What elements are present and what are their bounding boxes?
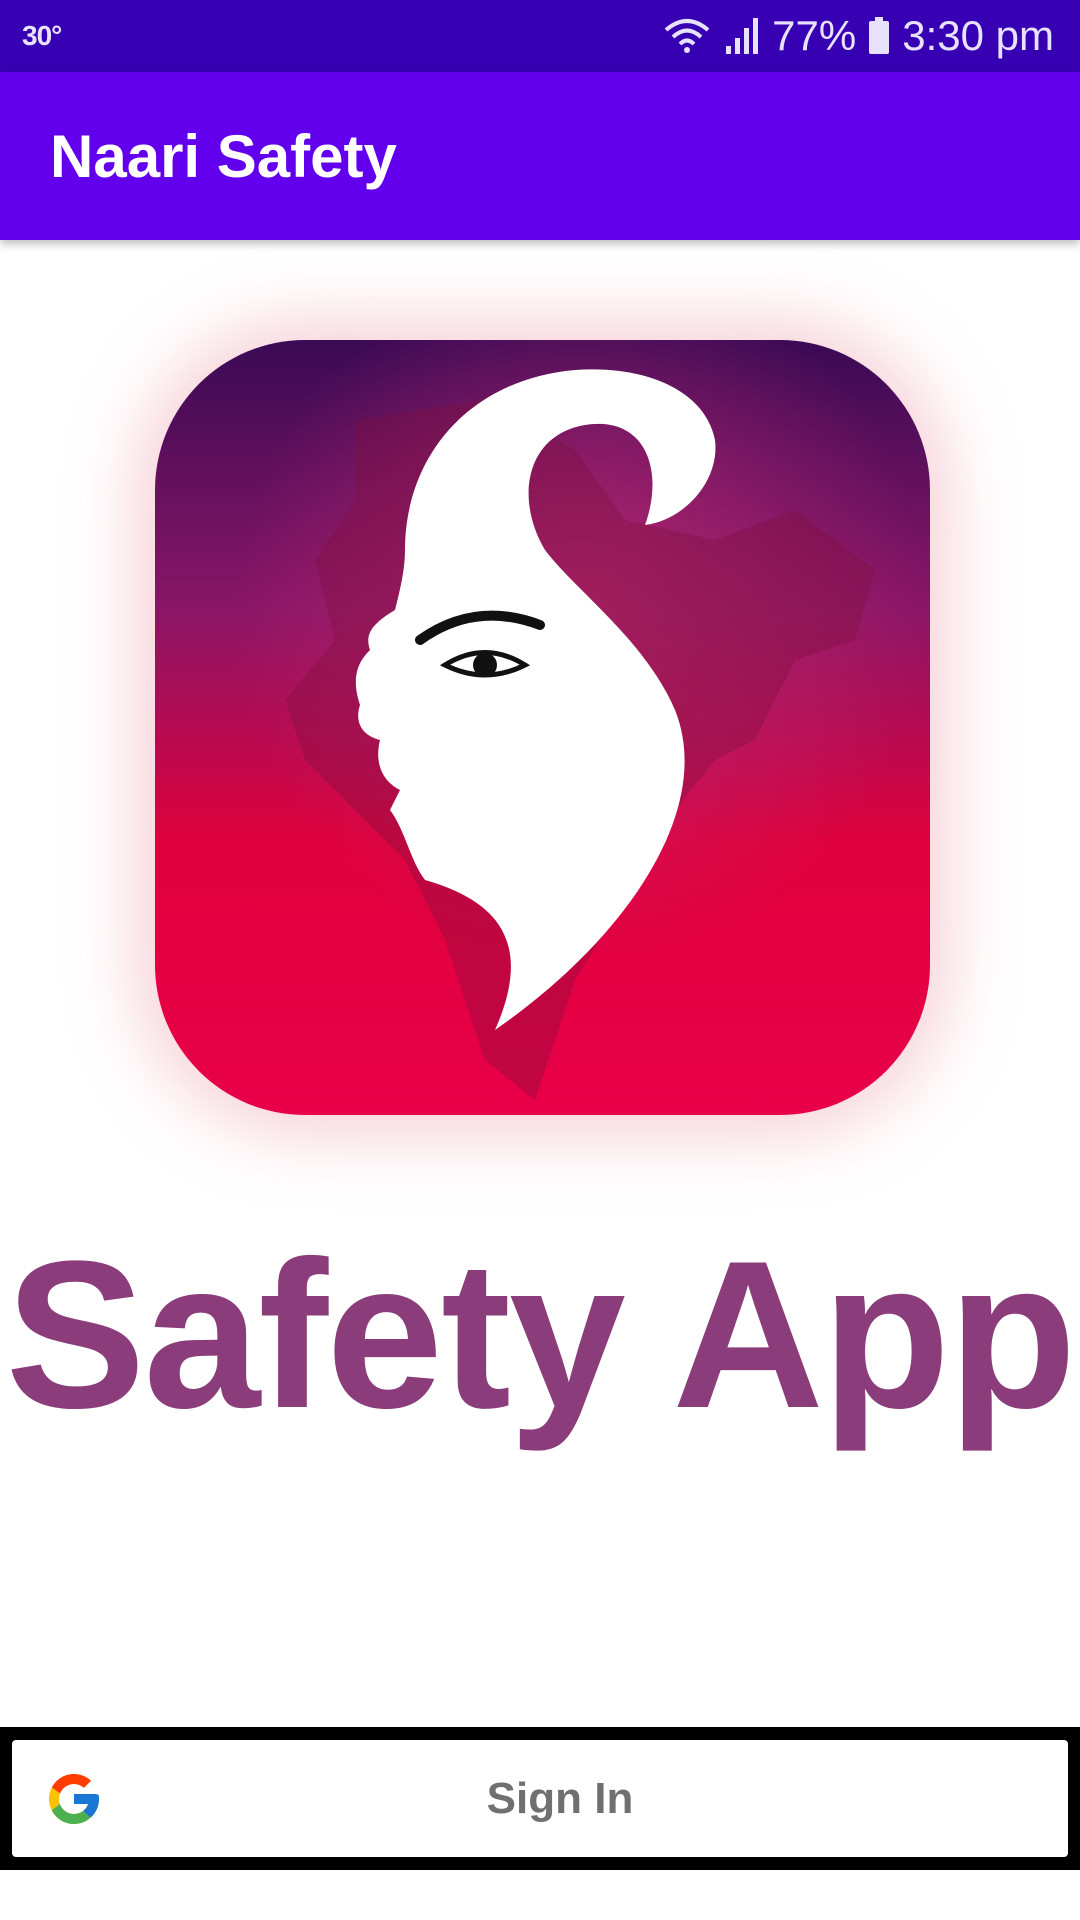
- app-title: Naari Safety: [50, 122, 397, 190]
- google-signin-button[interactable]: Sign In: [12, 1740, 1068, 1857]
- headline: Safety App: [5, 1217, 1076, 1452]
- battery-icon: [869, 17, 890, 54]
- wifi-icon: [664, 19, 710, 53]
- battery-percent: 77%: [772, 12, 857, 59]
- signal-icon: [726, 18, 759, 54]
- signin-bar: Sign In: [0, 1727, 1080, 1870]
- safety-logo-icon: [155, 340, 930, 1115]
- safety-logo: [155, 340, 930, 1115]
- temperature-indicator: 30°: [22, 20, 62, 51]
- google-icon: [49, 1773, 99, 1824]
- status-bar: 30° 77% 3:30 pm: [0, 0, 1080, 72]
- clock: 3:30 pm: [902, 12, 1054, 59]
- app-bar: Naari Safety: [0, 72, 1080, 240]
- signin-label: Sign In: [486, 1773, 634, 1823]
- status-icons: 77% 3:30 pm: [662, 12, 1054, 60]
